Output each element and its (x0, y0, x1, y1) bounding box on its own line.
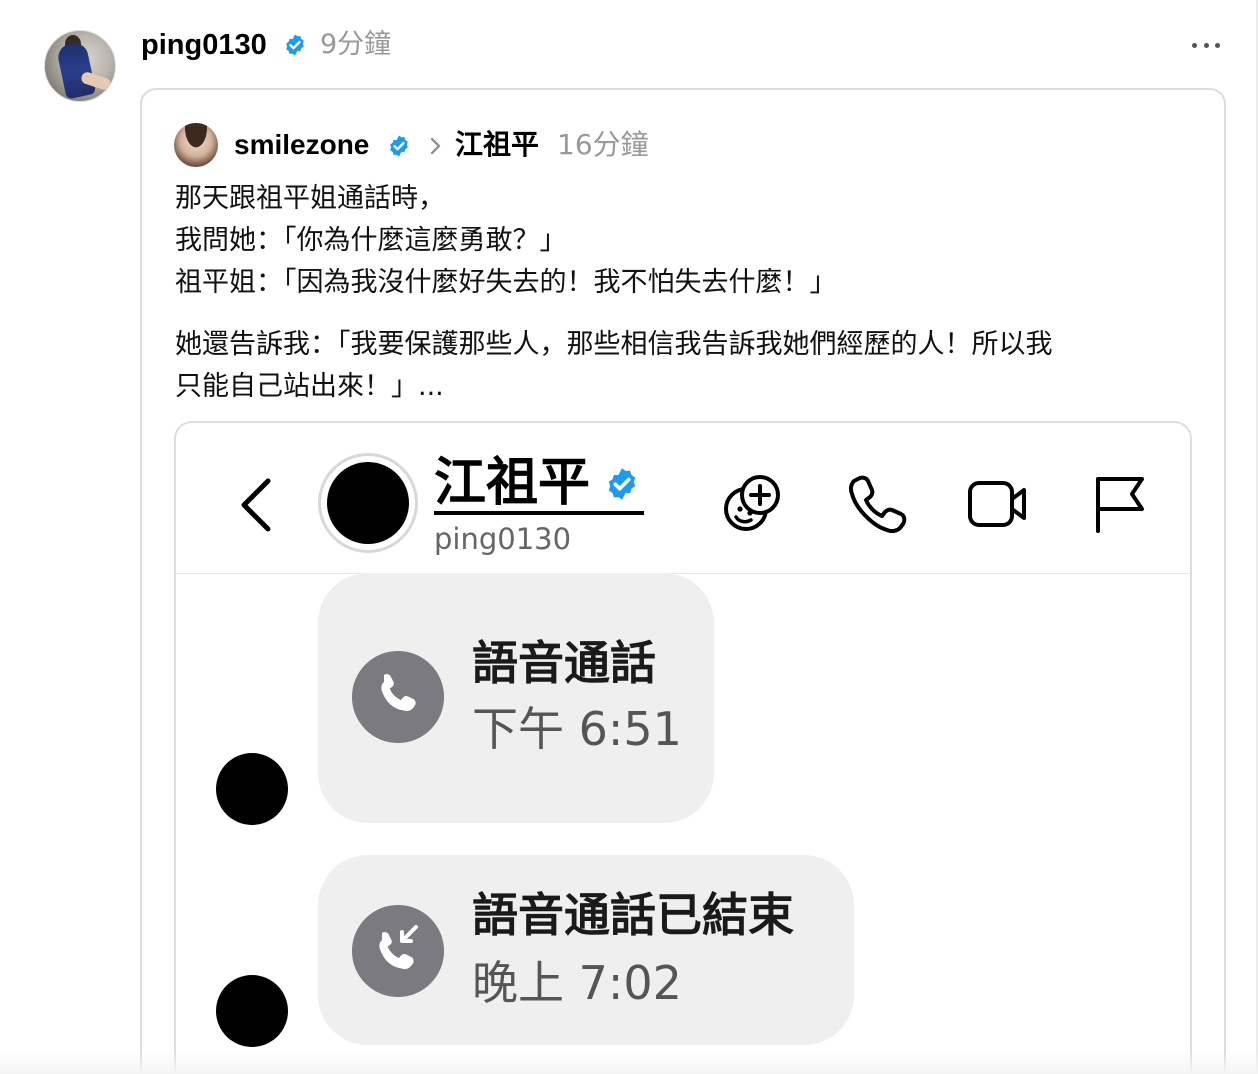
phone-icon (848, 475, 907, 534)
quote-line: 祖平姐：「因為我沒什麼好失去的！我不怕失去什麼！」 (175, 267, 837, 298)
quote-timestamp: 16分鐘 (557, 128, 649, 161)
call-title: 語音通話 (472, 636, 656, 690)
scroll-fade (0, 1052, 1258, 1074)
sender-avatar (216, 753, 288, 825)
quote-author-username[interactable]: smilezone (234, 127, 369, 163)
attached-screenshot[interactable]: 江祖平 ping0130 語音通話 下午 6:51 語音通話已結束 晚上 7:0… (174, 421, 1192, 1074)
chevron-right-icon (430, 137, 441, 155)
add-emoji-icon (724, 475, 780, 531)
author-username[interactable]: ping0130 (141, 27, 267, 63)
call-ended-time: 晚上 7:02 (472, 956, 682, 1010)
call-time: 下午 6:51 (472, 702, 682, 756)
back-arrow-icon (241, 478, 271, 532)
verified-badge-icon (286, 34, 304, 56)
chat-avatar (318, 453, 418, 553)
quote-reply-target[interactable]: 江祖平 (455, 127, 539, 163)
incoming-call-icon (352, 905, 444, 997)
chat-contact-handle: ping0130 (434, 522, 572, 556)
quote-author-avatar[interactable] (174, 123, 218, 167)
call-ended-title: 語音通話已結束 (472, 888, 794, 942)
quote-line: 那天跟祖平姐通話時， (175, 183, 445, 214)
more-options-icon[interactable] (1188, 30, 1224, 60)
sender-avatar (216, 975, 288, 1047)
quote-body: 那天跟祖平姐通話時， 我問她：「你為什麼這麼勇敢？」 祖平姐：「因為我沒什麼好失… (175, 178, 1185, 408)
post-view: ping0130 9分鐘 smilezone 江祖平 16分鐘 那天跟祖平姐通話… (0, 0, 1258, 1074)
phone-call-icon (352, 651, 444, 743)
author-avatar[interactable] (44, 30, 116, 102)
chat-header: 江祖平 ping0130 (176, 423, 1190, 574)
verified-badge-icon (608, 468, 636, 500)
quote-paragraph: 她還告訴我：「我要保護那些人，那些相信我告訴我她們經歷的人！所以我 只能自己站出… (175, 329, 1053, 402)
flag-icon (1096, 477, 1144, 533)
video-icon (968, 481, 1026, 527)
verified-badge-icon (390, 135, 408, 157)
quote-line: 我問她：「你為什麼這麼勇敢？」 (175, 225, 567, 256)
post-timestamp: 9分鐘 (320, 29, 392, 60)
